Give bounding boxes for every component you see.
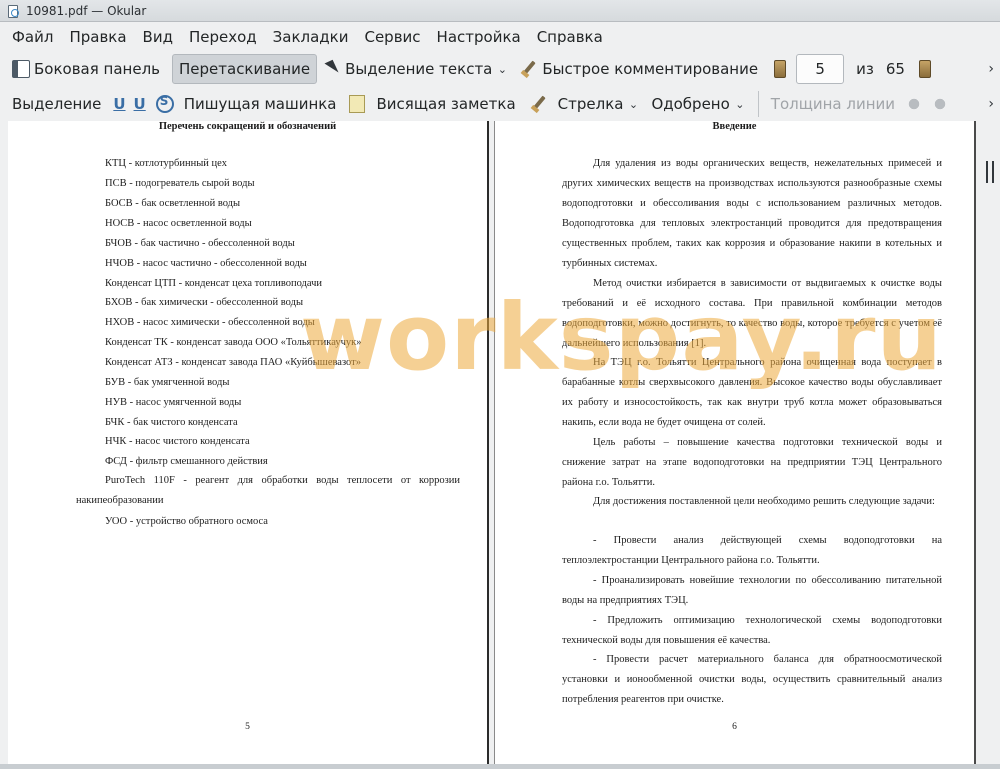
toolbar-overflow-icon[interactable]: › (988, 61, 994, 77)
color-icon[interactable] (905, 95, 924, 113)
okular-window: 10981.pdf — Okular Файл Правка Вид Перех… (0, 0, 1000, 769)
menu-view[interactable]: Вид (135, 24, 181, 50)
okular-app-icon (6, 4, 20, 18)
menu-edit[interactable]: Правка (61, 24, 134, 50)
abbreviation-item: Конденсат ЦТП - конденсат цеха топливопо… (105, 278, 323, 289)
menu-settings[interactable]: Настройка (429, 24, 529, 50)
menu-go[interactable]: Переход (181, 24, 265, 50)
abbreviation-item: БЧОВ - бак частично - обессоленной воды (105, 238, 295, 249)
squiggle-icon[interactable]: U (132, 95, 152, 113)
page-number-input[interactable]: 5 (796, 54, 845, 84)
page-number: 6 (732, 722, 737, 732)
text-select-tool-button[interactable]: Выделение текста ⌄ (317, 54, 514, 84)
sidebar-icon (12, 60, 30, 78)
stamp-button[interactable]: Одобрено ⌄ (645, 89, 751, 119)
abbreviation-item: НЧОВ - насос частично - обессоленной вод… (105, 258, 307, 269)
typewriter-button[interactable]: Пишущая машинка (178, 89, 343, 119)
browse-tool-button[interactable]: Перетаскивание (172, 54, 318, 84)
next-page-icon[interactable] (918, 60, 931, 78)
page-number: 5 (245, 722, 250, 732)
abbreviation-item: PuroTech 110F - реагент для обработки во… (76, 475, 460, 506)
abbreviation-item: БОСВ - бак осветленной воды (105, 198, 241, 209)
page-5: Перечень сокращений и обозначений КТЦ - … (8, 121, 489, 766)
page-total: 65 (885, 60, 905, 78)
quick-annotations-button[interactable]: Быстрое комментирование (514, 54, 764, 84)
task-item: - Предложить оптимизацию технологической… (562, 615, 942, 646)
abbreviation-item: НОСВ - насос осветленной воды (105, 218, 252, 229)
vertical-scrollbar[interactable] (980, 121, 1000, 769)
inline-note-button[interactable]: Висящая заметка (371, 89, 522, 119)
text-select-label: Выделение текста (345, 60, 493, 78)
arrow-label: Стрелка (557, 95, 624, 113)
title-bar: 10981.pdf — Okular (0, 0, 1000, 22)
stamp-label: Одобрено (651, 95, 730, 113)
menu-bookmarks[interactable]: Закладки (265, 24, 357, 50)
note-icon[interactable] (348, 95, 365, 113)
inline-note-label: Висящая заметка (376, 95, 516, 113)
typewriter-label: Пишущая машинка (183, 95, 337, 113)
underline-icon[interactable]: U (107, 95, 131, 113)
abbreviation-item: ФСД - фильтр смешанного действия (105, 456, 268, 467)
chevron-down-icon[interactable]: ⌄ (734, 98, 746, 111)
document-viewer[interactable]: Перечень сокращений и обозначений КТЦ - … (0, 121, 1000, 769)
highlight-label: Выделение (12, 95, 102, 113)
main-toolbar: Боковая панель Перетаскивание Выделение … (0, 52, 1000, 86)
abbreviation-item: НУВ - насос умягченной воды (105, 397, 242, 408)
chevron-down-icon[interactable]: ⌄ (627, 98, 639, 111)
paragraph: Для достижения поставленной цели необход… (593, 496, 935, 507)
quick-annotations-label: Быстрое комментирование (542, 60, 759, 78)
strikeout-icon[interactable] (155, 94, 174, 113)
page-of-label: из (856, 60, 874, 78)
menu-bar: Файл Правка Вид Переход Закладки Сервис … (0, 22, 1000, 52)
chevron-down-icon[interactable]: ⌄ (496, 63, 508, 76)
line-width-label: Толщина линии (770, 95, 896, 113)
paragraph: Для удаления из воды органических вещест… (562, 158, 942, 269)
previous-page-icon[interactable] (774, 60, 787, 78)
abbreviation-item: Конденсат АТЗ - конденсат завода ПАО «Ку… (105, 357, 362, 368)
task-item: - Провести расчет материального баланса … (562, 654, 942, 705)
page-heading: Перечень сокращений и обозначений (158, 121, 337, 132)
arrow-tool-button[interactable]: Стрелка ⌄ (552, 89, 646, 119)
paragraph: Метод очистки избирается в зависимости о… (562, 278, 942, 349)
annotation-toolbar: Выделение U U Пишущая машинка Висящая за… (0, 87, 1000, 121)
menu-file[interactable]: Файл (4, 24, 61, 50)
toolbar-overflow-icon[interactable]: › (988, 96, 994, 112)
abbreviation-item: УОО - устройство обратного осмоса (105, 516, 268, 527)
page-6: Введение Для удаления из воды органическ… (494, 121, 976, 766)
task-item: - Провести анализ действующей схемы водо… (562, 535, 942, 566)
highlight-button[interactable]: Выделение (6, 89, 107, 119)
task-item: - Проанализировать новейшие технологии п… (562, 575, 942, 606)
abbreviation-item: БЧК - бак чистого конденсата (105, 417, 238, 428)
abbreviation-item: НЧК - насос чистого конденсата (105, 436, 250, 447)
bottom-edge (0, 764, 1000, 769)
window-title: 10981.pdf — Okular (26, 3, 147, 18)
cursor-icon (323, 60, 341, 78)
opacity-icon[interactable] (931, 95, 950, 113)
abbreviation-item: БХОВ - бак химически - обессоленной воды (105, 297, 304, 308)
browse-tool-label: Перетаскивание (179, 60, 311, 78)
pen-icon (520, 60, 538, 78)
sidebar-toggle-button[interactable]: Боковая панель (6, 54, 166, 84)
paragraph: На ТЭЦ г.о. Тольятти Центрального района… (562, 357, 942, 428)
paragraph: Цель работы – повышение качества подгото… (562, 437, 942, 488)
abbreviation-item: КТЦ - котлотурбинный цех (105, 158, 227, 169)
brush-icon[interactable] (530, 95, 548, 113)
scrollbar-thumb[interactable] (986, 161, 994, 183)
menu-help[interactable]: Справка (529, 24, 611, 50)
menu-tools[interactable]: Сервис (356, 24, 428, 50)
line-width-button[interactable]: Толщина линии (765, 89, 901, 119)
sidebar-label: Боковая панель (34, 60, 160, 78)
abbreviation-item: НХОВ - насос химически - обессоленной во… (105, 317, 315, 328)
abbreviation-item: Конденсат ТК - конденсат завода ООО «Тол… (105, 337, 362, 348)
abbreviation-item: ПСВ - подогреватель сырой воды (105, 178, 255, 189)
toolbar-separator (757, 91, 759, 117)
abbreviation-item: БУВ - бак умягченной воды (105, 377, 230, 388)
page-heading: Введение (712, 121, 757, 132)
